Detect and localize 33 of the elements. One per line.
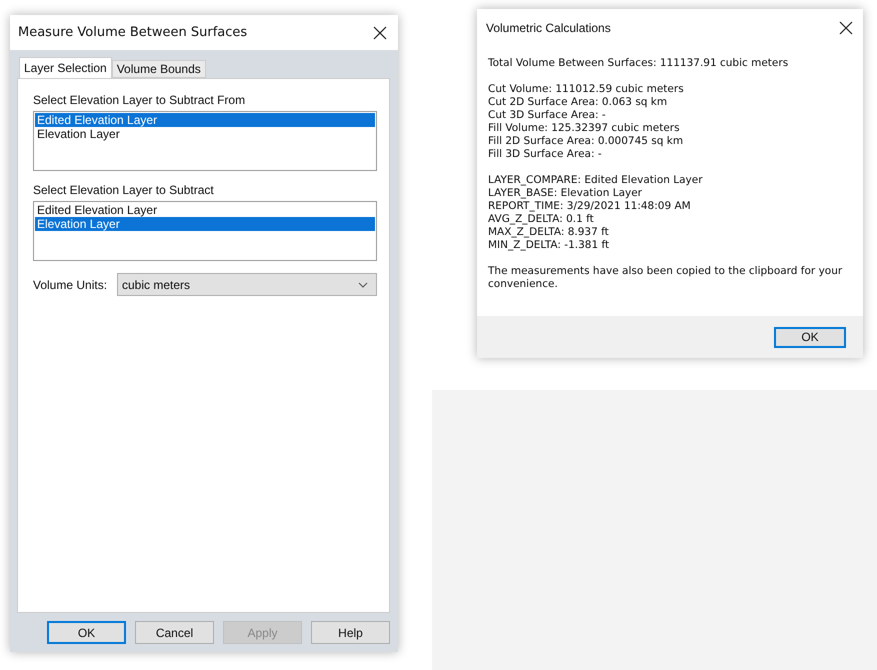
field-label: Volume Units: [33, 278, 108, 292]
window-title: Measure Volume Between Surfaces [18, 25, 248, 40]
list-label: Select Elevation Layer to Subtract From [33, 93, 246, 107]
close-icon[interactable] [839, 21, 853, 35]
message-text: REPORT_TIME: 3/29/2021 11:48:09 AM [488, 200, 692, 213]
message-text: Cut 2D Surface Area: 0.063 sq km [488, 96, 668, 109]
message-text: Fill Volume: 125.32397 cubic meters [488, 122, 681, 135]
ok-button[interactable]: OK [774, 326, 846, 348]
tab[interactable]: Layer Selection [19, 57, 112, 78]
message-text: AVG_Z_DELTA: 0.1 ft [488, 213, 595, 226]
message-text: The measurements have also been copied to the clipboard for your convenience. [488, 265, 844, 291]
chevron-icon [358, 282, 368, 288]
list-item[interactable]: Elevation Layer [35, 127, 375, 141]
message-text: LAYER_BASE: Elevation Layer [488, 187, 643, 200]
dialog-button[interactable]: Help [311, 621, 390, 644]
window-title: Volumetric Calculations [486, 21, 611, 35]
units-dropdown[interactable]: cubic meters [117, 273, 377, 296]
message-text: Fill 2D Surface Area: 0.000745 sq km [488, 135, 684, 148]
list-item[interactable]: Elevation Layer [35, 217, 375, 231]
message-text: Cut 3D Surface Area: - [488, 109, 607, 122]
message-text: MIN_Z_DELTA: -1.381 ft [488, 239, 610, 252]
tab[interactable]: Volume Bounds [112, 60, 206, 78]
close-icon[interactable] [373, 26, 387, 40]
message-text: LAYER_COMPARE: Edited Elevation Layer [488, 174, 704, 187]
dialog-button[interactable]: Cancel [135, 621, 214, 644]
list-item[interactable]: Edited Elevation Layer [35, 113, 375, 127]
message-text: Cut Volume: 111012.59 cubic meters [488, 83, 685, 96]
list-label: Select Elevation Layer to Subtract [33, 183, 215, 197]
message-text: Total Volume Between Surfaces: 111137.91 cubic meters [488, 57, 790, 70]
list-item[interactable]: Edited Elevation Layer [35, 203, 375, 217]
message-text: MAX_Z_DELTA: 8.937 ft [488, 226, 610, 239]
message-text: Fill 3D Surface Area: - [488, 148, 603, 161]
dialog-button[interactable]: OK [47, 621, 126, 644]
